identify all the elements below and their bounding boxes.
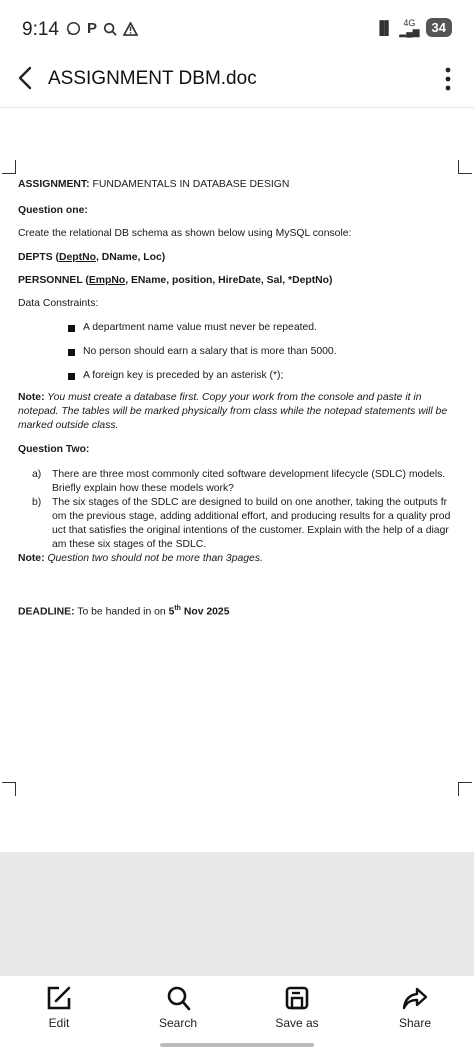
back-arrow-icon: [18, 66, 32, 90]
more-options-button[interactable]: [436, 62, 460, 96]
personnel-primary-key: EmpNo: [88, 275, 126, 286]
deadline-text: To be handed in on: [74, 606, 169, 618]
note-label: Note:: [18, 553, 45, 564]
edit-button[interactable]: Edit: [19, 984, 99, 1030]
signal-icon: 4G ▂▄▆: [399, 17, 420, 37]
constraint-item: A department name value must never be re…: [68, 321, 317, 335]
assignment-label: ASSIGNMENT:: [18, 179, 90, 190]
note-two: Note: Question two should not be more th…: [18, 552, 263, 566]
notification-icons: P: [66, 20, 139, 37]
share-icon: [402, 987, 428, 1010]
search-button[interactable]: Search: [138, 984, 218, 1030]
bullet-square-icon: [68, 372, 75, 380]
page-corner-mark: [458, 782, 472, 796]
page-gap-area: [0, 852, 474, 976]
note-one: Note: You must create a database first. …: [18, 391, 458, 433]
personnel-schema: PERSONNEL (EmpNo, EName, position, HireD…: [18, 274, 332, 288]
deadline-line: DEADLINE: To be handed in on 5th Nov 202…: [18, 602, 229, 619]
home-indicator[interactable]: [160, 1043, 314, 1047]
bottom-toolbar: Edit Search Save as Share: [0, 976, 474, 1053]
app-bar: ASSIGNMENT DBM.doc: [0, 50, 474, 108]
depts-prefix: DEPTS (: [18, 252, 59, 263]
save-as-label: Save as: [275, 1016, 319, 1030]
network-type: 4G: [403, 17, 416, 28]
personnel-prefix: PERSONNEL (: [18, 275, 89, 286]
list-text: The six stages of the SDLC are designed …: [52, 497, 451, 550]
note-text: You must create a database first. Copy y…: [18, 392, 448, 431]
depts-primary-key: DeptNo: [59, 252, 96, 263]
deadline-date: Nov 2025: [180, 606, 230, 618]
note-text: Question two should not be more than 3pa…: [44, 553, 263, 564]
more-vertical-icon: [445, 67, 451, 91]
status-time: 9:14: [22, 19, 59, 40]
battery-level: 34: [431, 20, 446, 35]
save-as-button[interactable]: Save as: [257, 984, 337, 1030]
battery-icon: 34: [425, 18, 452, 37]
question-one-heading: Question one:: [18, 205, 88, 216]
depts-columns: , DName, Loc): [95, 252, 166, 263]
save-icon: [285, 986, 309, 1010]
constraint-text: A department name value must never be re…: [83, 322, 317, 333]
constraint-text: A foreign key is preceded by an asterisk…: [83, 370, 284, 381]
constraint-text: No person should earn a salary that is m…: [83, 346, 337, 357]
search-label: Search: [158, 1016, 198, 1030]
personnel-columns: , EName, position, HireDate, Sal, *DeptN…: [125, 275, 333, 286]
edit-label: Edit: [48, 1016, 70, 1030]
depts-schema: DEPTS (DeptNo, DName, Loc): [18, 251, 165, 265]
document-title: ASSIGNMENT DBM.doc: [48, 68, 257, 89]
assignment-title: FUNDAMENTALS IN DATABASE DESIGN: [89, 179, 290, 190]
edit-icon: [47, 986, 71, 1010]
whatsapp-icon: [66, 21, 81, 36]
list-label: a): [32, 469, 42, 480]
search-icon: [103, 22, 117, 36]
back-button[interactable]: [12, 62, 42, 94]
share-label: Share: [398, 1016, 432, 1030]
note-label: Note:: [18, 392, 45, 403]
deadline-ordinal: th: [174, 605, 181, 612]
system-icons: ▐▌ 4G ▂▄▆ 34: [375, 18, 452, 37]
assignment-line: ASSIGNMENT: FUNDAMENTALS IN DATABASE DES…: [18, 178, 289, 192]
list-label: b): [32, 497, 42, 508]
warning-icon: [123, 21, 139, 36]
question-one-instruction: Create the relational DB schema as shown…: [18, 228, 352, 239]
deadline-label: DEADLINE:: [18, 606, 75, 618]
bullet-square-icon: [68, 324, 75, 332]
document-page[interactable]: ASSIGNMENT: FUNDAMENTALS IN DATABASE DES…: [0, 108, 474, 852]
page-corner-mark: [2, 160, 16, 174]
page-corner-mark: [458, 160, 472, 174]
bullet-square-icon: [68, 348, 75, 356]
constraint-item: No person should earn a salary that is m…: [68, 345, 337, 359]
vibrate-icon: ▐▌: [374, 20, 394, 35]
p-icon: P: [87, 20, 98, 37]
question-two-heading: Question Two:: [18, 444, 90, 455]
search-icon: [167, 986, 191, 1011]
share-button[interactable]: Share: [375, 984, 455, 1030]
list-text: There are three most commonly cited soft…: [52, 469, 446, 494]
constraint-item: A foreign key is preceded by an asterisk…: [68, 369, 283, 383]
constraints-label: Data Constraints:: [18, 298, 99, 309]
page-corner-mark: [2, 782, 16, 796]
